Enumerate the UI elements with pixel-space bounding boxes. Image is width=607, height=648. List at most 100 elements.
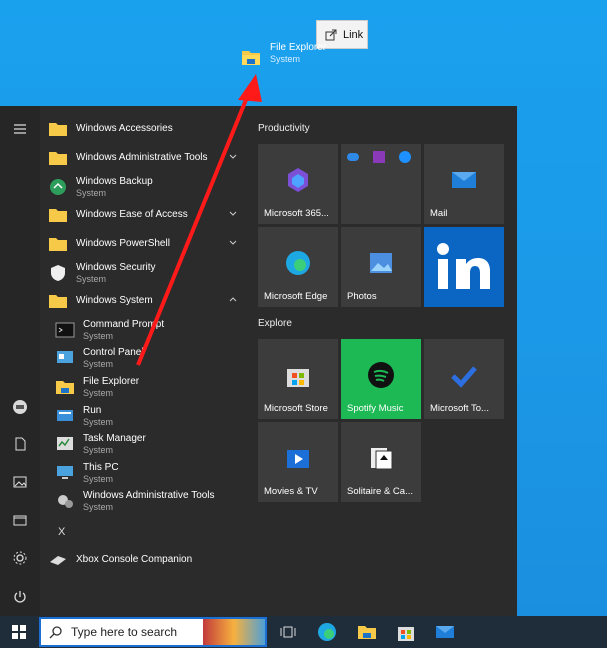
store-icon [287, 369, 309, 387]
tile-solitaire[interactable]: Solitaire & Ca... [341, 422, 421, 502]
tile-microsoft-todo[interactable]: Microsoft To... [424, 339, 504, 419]
command-prompt-icon [55, 322, 75, 338]
link-arrow-icon [325, 29, 337, 40]
tile-label: Mail [430, 208, 448, 219]
tile-movies-tv[interactable]: Movies & TV [258, 422, 338, 502]
power-button[interactable] [9, 586, 31, 608]
app-windows-backup[interactable]: Windows Backup System [48, 173, 248, 201]
tile-spotify-music[interactable]: Spotify Music [341, 339, 421, 419]
tile-office-apps[interactable] [341, 144, 421, 224]
taskbar-file-explorer-button[interactable] [355, 620, 379, 644]
folder-icon [49, 295, 67, 308]
spotify-icon [368, 362, 394, 388]
app-windows-system[interactable]: Windows System [48, 287, 248, 315]
movies-icon [287, 450, 309, 468]
search-icon [49, 626, 62, 639]
app-label: Xbox Console Companion [76, 554, 193, 565]
folder-outline-icon [13, 515, 27, 526]
document-icon [15, 437, 26, 451]
tile-microsoft-365[interactable]: Microsoft 365... [258, 144, 338, 224]
start-rail [0, 106, 40, 616]
start-button[interactable] [0, 616, 38, 648]
section-letter-x[interactable]: X [58, 526, 65, 538]
app-sublabel: System [76, 187, 107, 198]
app-label: Windows Administrative Tools [83, 489, 215, 501]
app-control-panel[interactable]: Control Panel System [55, 344, 250, 372]
documents-button[interactable] [9, 433, 31, 455]
control-panel-icon [57, 351, 73, 363]
run-icon [57, 410, 73, 421]
app-command-prompt[interactable]: Command Prompt System [55, 316, 250, 344]
file-explorer-rail-button[interactable] [9, 509, 31, 531]
app-windows-administrative-tools-system[interactable]: Windows Administrative Tools System [55, 487, 250, 515]
app-sublabel: System [83, 444, 114, 455]
app-xbox-console-companion[interactable]: Xbox Console Companion [48, 546, 248, 574]
tile-label: Movies & TV [264, 486, 318, 497]
app-file-explorer[interactable]: File Explorer System [55, 373, 250, 401]
app-this-pc[interactable]: This PC System [55, 459, 250, 487]
app-windows-administrative-tools[interactable]: Windows Administrative Tools [48, 144, 248, 172]
app-label: This PC [83, 461, 119, 473]
check-icon [451, 366, 477, 388]
task-view-button[interactable] [276, 620, 300, 644]
chevron-down-icon [229, 154, 237, 159]
folder-icon [49, 209, 67, 222]
hamburger-menu-button[interactable] [9, 118, 31, 140]
windows-logo-icon [12, 625, 26, 639]
taskbar-search-box[interactable]: Type here to search [39, 617, 267, 647]
search-highlight-art [203, 619, 265, 645]
folder-icon [49, 123, 67, 136]
user-account-button[interactable] [9, 396, 31, 418]
taskbar-store-button[interactable] [394, 620, 418, 644]
tile-microsoft-store[interactable]: Microsoft Store [258, 339, 338, 419]
taskbar-edge-button[interactable] [315, 620, 339, 644]
admin-tools-icon [58, 495, 73, 508]
app-sublabel: System [83, 416, 114, 427]
tile-linkedin[interactable] [424, 227, 504, 307]
app-label: Run [83, 404, 102, 416]
tile-microsoft-edge[interactable]: Microsoft Edge [258, 227, 338, 307]
start-menu: Windows Accessories Windows Administrati… [0, 106, 517, 616]
app-sublabel: System [76, 273, 107, 284]
pictures-button[interactable] [9, 471, 31, 493]
chevron-up-icon [229, 297, 237, 302]
app-label: Windows System [76, 295, 153, 306]
tile-mail[interactable]: Mail [424, 144, 504, 224]
tile-label: Microsoft Store [264, 403, 328, 414]
drag-subtitle: System [270, 54, 301, 64]
app-label: Windows Ease of Access [76, 209, 188, 220]
tile-label: Microsoft 365... [264, 208, 329, 219]
app-label: Windows Accessories [76, 123, 173, 134]
app-label: Windows Backup [76, 175, 153, 187]
app-sublabel: System [83, 501, 114, 512]
app-run[interactable]: Run System [55, 402, 250, 430]
edge-icon [286, 251, 310, 275]
link-tooltip-label: Link [343, 28, 364, 41]
app-windows-accessories[interactable]: Windows Accessories [48, 115, 248, 143]
group-title-explore: Explore [258, 318, 292, 329]
taskbar-mail-button[interactable] [433, 620, 457, 644]
task-view-icon [280, 626, 296, 638]
edge-icon [318, 623, 336, 641]
tile-label: Microsoft Edge [264, 291, 328, 302]
app-task-manager[interactable]: Task Manager System [55, 430, 250, 458]
app-sublabel: System [83, 473, 114, 484]
linkedin-icon [437, 243, 490, 289]
folder-icon [358, 626, 376, 639]
app-label: Control Panel [83, 346, 144, 358]
app-windows-security[interactable]: Windows Security System [48, 259, 248, 287]
microsoft-365-icon [288, 168, 308, 192]
app-windows-ease-of-access[interactable]: Windows Ease of Access [48, 201, 248, 229]
settings-button[interactable] [9, 547, 31, 569]
app-label: Windows PowerShell [76, 238, 170, 249]
solitaire-icon [371, 448, 393, 470]
hamburger-icon [14, 124, 26, 134]
computer-icon [57, 466, 73, 479]
file-explorer-icon [56, 381, 74, 394]
shield-icon [51, 265, 65, 281]
app-sublabel: System [83, 387, 114, 398]
folder-icon [49, 152, 67, 165]
tile-photos[interactable]: Photos [341, 227, 421, 307]
task-manager-icon [57, 437, 73, 450]
app-windows-powershell[interactable]: Windows PowerShell [48, 230, 248, 258]
